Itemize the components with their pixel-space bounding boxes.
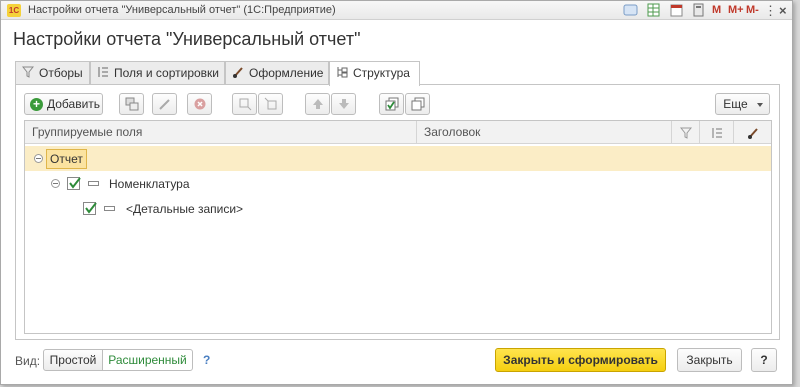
tab-label: Поля и сортировки — [114, 66, 219, 80]
edit-button[interactable] — [152, 93, 177, 115]
collapse-icon[interactable] — [51, 179, 60, 188]
row-label: <Детальные записи> — [126, 202, 244, 216]
row-label: Номенклатура — [109, 177, 190, 191]
brush-icon — [747, 127, 758, 139]
structure-panel: + Добавить Еще Группируемые поля Заголов… — [15, 84, 780, 340]
tab-structure[interactable]: Структура — [329, 61, 420, 86]
memory-button[interactable]: M — [712, 4, 721, 16]
title-bar: 1С Настройки отчета "Универсальный отчет… — [1, 1, 792, 20]
tab-label: Оформление — [249, 66, 324, 80]
plus-icon: + — [30, 98, 43, 111]
row-checkbox[interactable] — [67, 177, 81, 190]
add-button-label: Добавить — [47, 97, 101, 111]
column-appearance[interactable] — [734, 121, 771, 144]
tab-label: Отборы — [39, 66, 83, 80]
move-down-button[interactable] — [331, 93, 356, 115]
more-button-label: Еще — [723, 97, 748, 111]
group-icon — [125, 97, 138, 111]
delete-icon — [194, 98, 205, 110]
move-to-child-button[interactable] — [258, 93, 283, 115]
table-header: Группируемые поля Заголовок — [25, 121, 771, 144]
view-mode-extended[interactable]: Расширенный — [102, 349, 193, 371]
view-mode-simple[interactable]: Простой — [43, 349, 103, 371]
check-all-button[interactable] — [379, 93, 404, 115]
move-down-level-icon — [264, 97, 276, 110]
chevron-down-icon — [757, 103, 763, 107]
table-row-detail-records[interactable]: <Детальные записи> — [25, 196, 771, 221]
column-filter[interactable] — [672, 121, 700, 144]
structure-icon — [336, 63, 348, 85]
move-up-button[interactable] — [305, 93, 330, 115]
table-row-nomenclature[interactable]: Номенклатура — [25, 171, 771, 196]
sort-fields-icon — [712, 127, 722, 138]
tab-filters[interactable]: Отборы — [15, 61, 90, 85]
memory-plus-button[interactable]: M+ — [728, 4, 744, 16]
app-logo: 1С — [7, 4, 21, 17]
close-window-button[interactable]: × — [779, 3, 787, 18]
uncheck-all-icon — [411, 97, 424, 111]
group-button[interactable] — [119, 93, 144, 115]
field-icon — [88, 181, 99, 186]
settings-window: 1С Настройки отчета "Универсальный отчет… — [0, 0, 793, 385]
more-button[interactable]: Еще — [715, 93, 770, 115]
help-button[interactable]: ? — [751, 348, 777, 372]
row-checkbox[interactable] — [83, 202, 97, 215]
close-button[interactable]: Закрыть — [677, 348, 742, 372]
pencil-icon — [158, 99, 170, 110]
filter-icon — [21, 63, 35, 85]
checkmark-icon — [85, 202, 97, 214]
sort-fields-icon — [97, 63, 109, 85]
structure-table: Группируемые поля Заголовок Отчет Номенк… — [24, 120, 772, 334]
arrow-down-icon — [338, 99, 349, 109]
delete-button[interactable] — [187, 93, 212, 115]
filter-icon — [679, 127, 692, 139]
column-fields-sorting[interactable] — [700, 121, 734, 144]
column-grouped-fields[interactable]: Группируемые поля — [25, 121, 417, 144]
move-up-level-icon — [239, 98, 251, 111]
tab-appearance[interactable]: Оформление — [225, 61, 329, 85]
tab-label: Структура — [353, 66, 410, 80]
arrow-up-icon — [312, 99, 323, 109]
close-and-build-button[interactable]: Закрыть и сформировать — [495, 348, 666, 372]
check-all-icon — [385, 97, 398, 111]
field-icon — [104, 206, 115, 211]
column-header[interactable]: Заголовок — [417, 121, 672, 144]
chat-icon[interactable] — [623, 3, 639, 18]
move-to-parent-button[interactable] — [232, 93, 257, 115]
checkmark-icon — [69, 177, 81, 189]
tab-fields-sorting[interactable]: Поля и сортировки — [90, 61, 225, 85]
window-title: Настройки отчета "Универсальный отчет" (… — [28, 4, 336, 16]
help-link[interactable]: ? — [203, 353, 210, 367]
view-label: Вид: — [15, 354, 41, 368]
brush-icon — [232, 63, 244, 85]
structure-toolbar: + Добавить Еще — [24, 93, 772, 115]
calendar-icon[interactable] — [669, 3, 685, 18]
table-icon[interactable] — [646, 3, 662, 18]
table-row-report[interactable]: Отчет — [25, 146, 771, 171]
add-button[interactable]: + Добавить — [24, 93, 103, 115]
collapse-icon[interactable] — [34, 154, 43, 163]
calculator-icon[interactable] — [691, 3, 707, 18]
memory-minus-button[interactable]: M- — [746, 4, 759, 16]
row-label: Отчет — [46, 149, 87, 169]
page-title: Настройки отчета "Универсальный отчет" — [13, 29, 361, 49]
uncheck-all-button[interactable] — [405, 93, 430, 115]
window-menu-button[interactable]: ⋮ — [764, 3, 777, 18]
